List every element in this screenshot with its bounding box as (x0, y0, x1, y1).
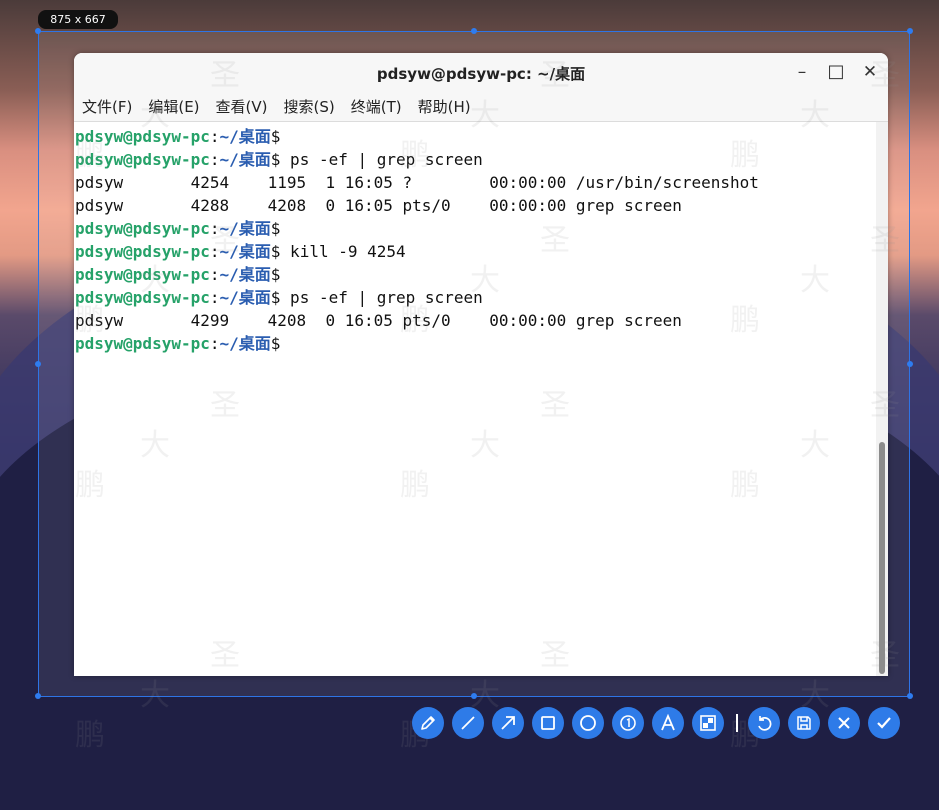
prompt-line: pdsyw@pdsyw-pc:~/桌面$ (75, 332, 876, 355)
pencil-icon (421, 716, 435, 730)
command-text: kill -9 4254 (280, 242, 406, 261)
terminal-scrollbar[interactable] (876, 122, 888, 676)
pencil-button[interactable] (412, 707, 444, 739)
prompt-directory: ~/桌面 (219, 127, 271, 146)
cancel-icon (838, 717, 850, 729)
toolbar-separator (736, 714, 738, 732)
line-button[interactable] (452, 707, 484, 739)
prompt-directory: ~/桌面 (219, 150, 271, 169)
selection-size-label: 875 x 667 (38, 10, 118, 29)
text-button[interactable] (652, 707, 684, 739)
terminal-window: pdsyw@pdsyw-pc: ~/桌面 – □ ✕ 文件(F) 编辑(E) 查看(… (74, 53, 888, 676)
prompt-line: pdsyw@pdsyw-pc:~/桌面$ ps -ef | grep scree… (75, 286, 876, 309)
prompt-line: pdsyw@pdsyw-pc:~/桌面$ ps -ef | grep scree… (75, 148, 876, 171)
line-icon (461, 716, 475, 730)
menu-item[interactable]: 终端(T) (351, 96, 402, 117)
number-marker-button[interactable] (612, 707, 644, 739)
confirm-button[interactable] (868, 707, 900, 739)
rectangle-button[interactable] (532, 707, 564, 739)
prompt-colon: : (209, 150, 220, 169)
prompt-line: pdsyw@pdsyw-pc:~/桌面$ kill -9 4254 (75, 240, 876, 263)
menu-item[interactable]: 文件(F) (82, 96, 132, 117)
minimize-button[interactable]: – (791, 61, 813, 83)
prompt-colon: : (209, 127, 220, 146)
menu-item[interactable]: 搜索(S) (284, 96, 335, 117)
prompt-symbol: $ (270, 288, 281, 307)
prompt-directory: ~/桌面 (219, 242, 271, 261)
arrow-button[interactable] (492, 707, 524, 739)
prompt-user-host: pdsyw@pdsyw-pc (75, 219, 210, 238)
number-marker-icon (620, 715, 636, 731)
prompt-directory: ~/桌面 (219, 219, 271, 238)
prompt-directory: ~/桌面 (219, 334, 271, 353)
prompt-colon: : (209, 288, 220, 307)
resize-handle-bottom-right[interactable] (907, 693, 913, 699)
prompt-symbol: $ (270, 127, 281, 146)
prompt-user-host: pdsyw@pdsyw-pc (75, 265, 210, 284)
mosaic-button[interactable] (692, 707, 724, 739)
close-button[interactable]: ✕ (859, 61, 881, 83)
resize-handle-top-right[interactable] (907, 28, 913, 34)
prompt-directory: ~/桌面 (219, 288, 271, 307)
window-titlebar[interactable]: pdsyw@pdsyw-pc: ~/桌面 – □ ✕ (74, 53, 888, 91)
resize-handle-left[interactable] (35, 361, 41, 367)
scrollbar-thumb[interactable] (879, 442, 885, 674)
resize-handle-bottom[interactable] (471, 693, 477, 699)
resize-handle-right[interactable] (907, 361, 913, 367)
command-text: ps -ef | grep screen (280, 288, 483, 307)
prompt-colon: : (209, 265, 220, 284)
confirm-icon (877, 717, 891, 729)
prompt-symbol: $ (270, 242, 281, 261)
prompt-line: pdsyw@pdsyw-pc:~/桌面$ (75, 263, 876, 286)
resize-handle-top-left[interactable] (35, 28, 41, 34)
output-line: pdsyw 4254 1195 1 16:05 ? 00:00:00 /usr/… (75, 173, 759, 192)
resize-handle-top[interactable] (471, 28, 477, 34)
save-icon (797, 716, 811, 730)
prompt-line: pdsyw@pdsyw-pc:~/桌面$ (75, 217, 876, 240)
prompt-colon: : (209, 334, 220, 353)
arrow-icon (501, 716, 515, 730)
menu-item[interactable]: 编辑(E) (148, 96, 199, 117)
rectangle-icon (541, 716, 555, 730)
prompt-directory: ~/桌面 (219, 265, 271, 284)
prompt-user-host: pdsyw@pdsyw-pc (75, 127, 210, 146)
undo-icon (758, 716, 772, 731)
prompt-colon: : (209, 219, 220, 238)
prompt-user-host: pdsyw@pdsyw-pc (75, 288, 210, 307)
prompt-user-host: pdsyw@pdsyw-pc (75, 150, 210, 169)
resize-handle-bottom-left[interactable] (35, 693, 41, 699)
save-button[interactable] (788, 707, 820, 739)
terminal-output[interactable]: pdsyw@pdsyw-pc:~/桌面$ pdsyw@pdsyw-pc:~/桌面$… (74, 122, 876, 676)
prompt-line: pdsyw@pdsyw-pc:~/桌面$ (75, 125, 876, 148)
ellipse-icon (580, 715, 596, 731)
prompt-symbol: $ (270, 150, 281, 169)
command-text: ps -ef | grep screen (280, 150, 483, 169)
screenshot-toolbar (412, 703, 908, 743)
menu-bar: 文件(F) 编辑(E) 查看(V) 搜索(S) 终端(T) 帮助(H) (74, 91, 888, 122)
prompt-user-host: pdsyw@pdsyw-pc (75, 242, 210, 261)
menu-item[interactable]: 查看(V) (216, 96, 268, 117)
output-line: pdsyw 4299 4208 0 16:05 pts/0 00:00:00 g… (75, 311, 682, 330)
prompt-symbol: $ (270, 334, 281, 353)
output-line: pdsyw 4288 4208 0 16:05 pts/0 00:00:00 g… (75, 196, 682, 215)
prompt-symbol: $ (270, 219, 281, 238)
prompt-user-host: pdsyw@pdsyw-pc (75, 334, 210, 353)
window-title: pdsyw@pdsyw-pc: ~/桌面 (376, 65, 586, 83)
cancel-button[interactable] (828, 707, 860, 739)
prompt-colon: : (209, 242, 220, 261)
prompt-symbol: $ (270, 265, 281, 284)
mosaic-icon (700, 715, 716, 731)
ellipse-button[interactable] (572, 707, 604, 739)
undo-button[interactable] (748, 707, 780, 739)
menu-item[interactable]: 帮助(H) (418, 96, 471, 117)
text-icon (661, 713, 675, 731)
maximize-button[interactable]: □ (825, 61, 847, 83)
